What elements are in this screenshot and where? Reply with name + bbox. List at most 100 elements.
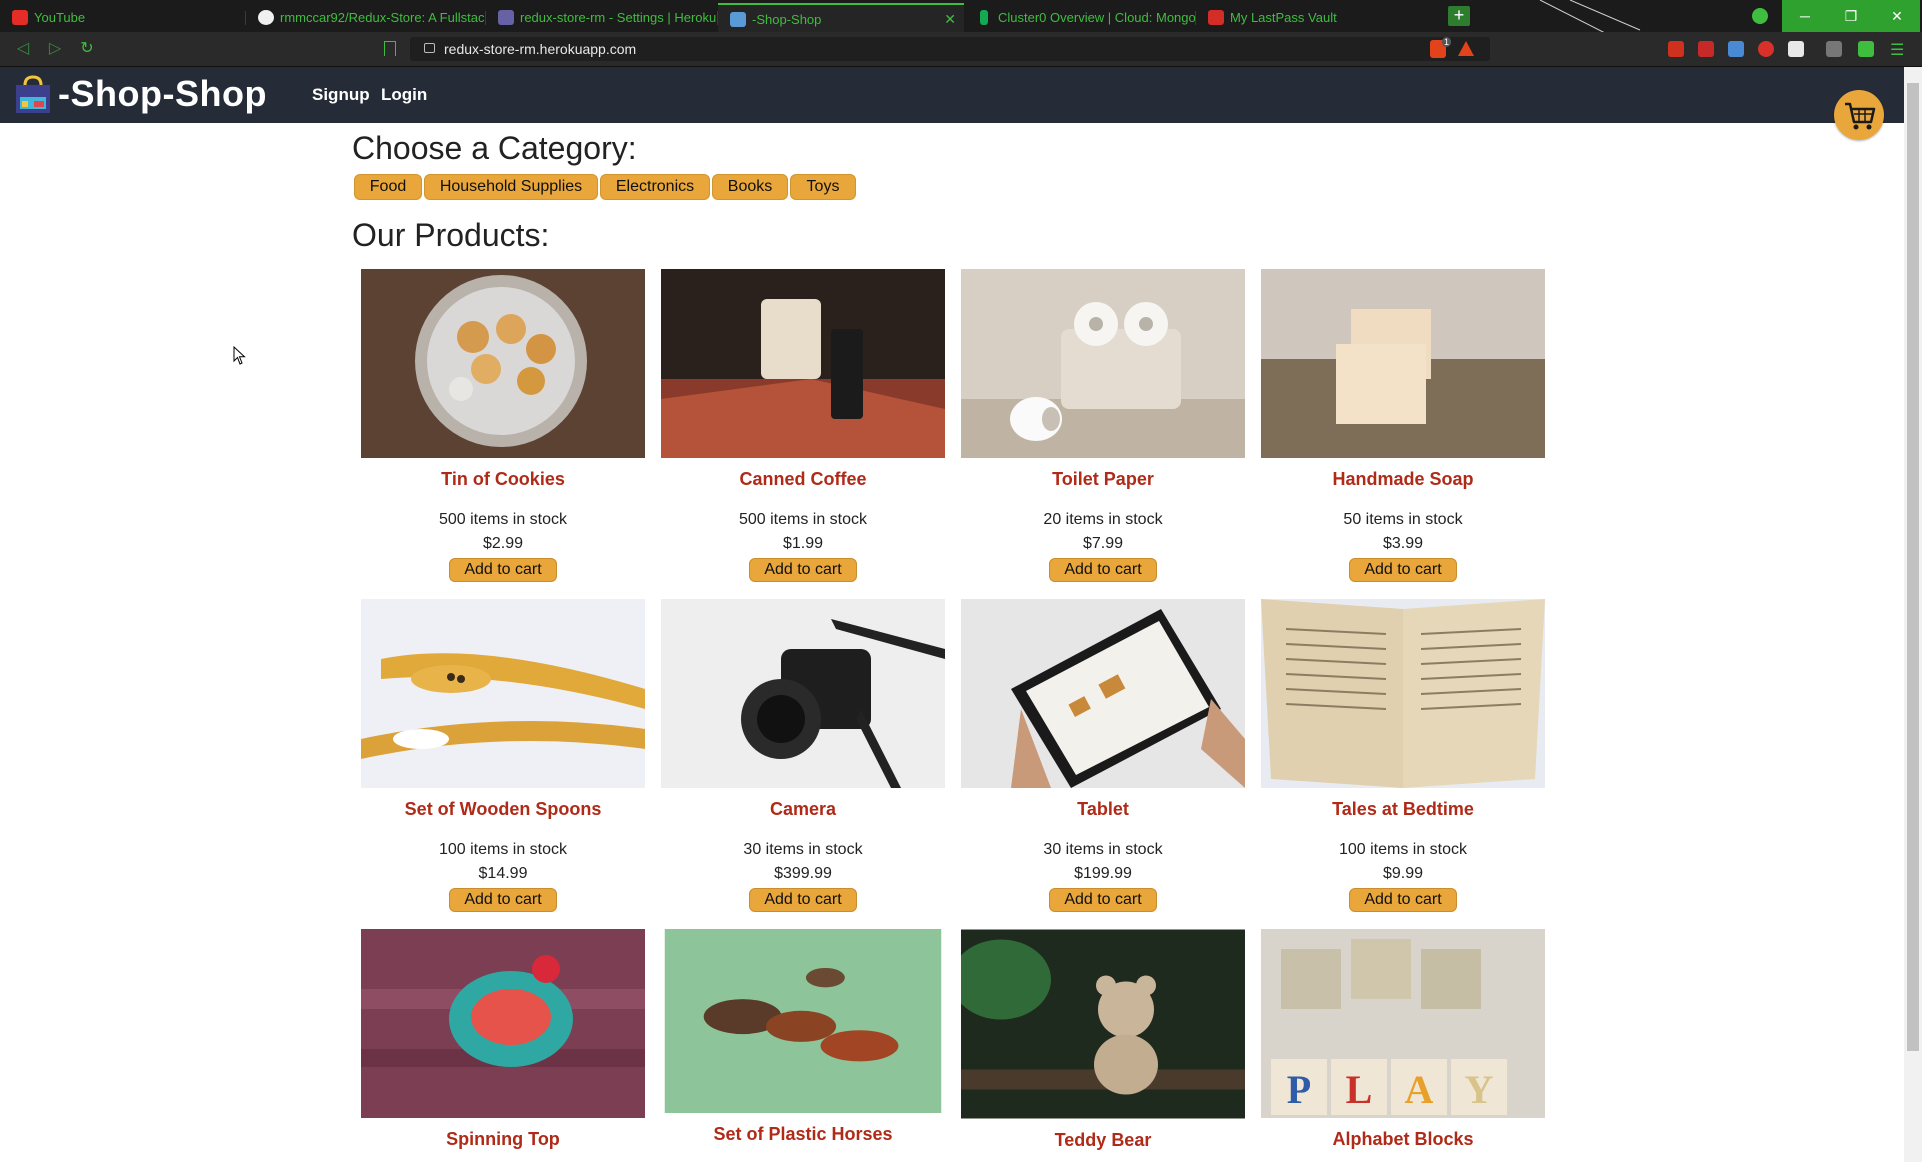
extension-icon[interactable] xyxy=(1758,41,1774,57)
plastic-horses-image[interactable] xyxy=(661,929,945,1113)
scrollbar-thumb[interactable] xyxy=(1907,83,1919,1051)
menu-icon[interactable]: ☰ xyxy=(1890,40,1904,60)
product-name[interactable]: Tablet xyxy=(961,799,1245,821)
add-to-cart-button[interactable]: Add to cart xyxy=(449,558,557,582)
coffee-can-image[interactable] xyxy=(661,269,945,458)
extension-icon[interactable] xyxy=(1788,41,1804,57)
tab-mongodb[interactable]: Cluster0 Overview | Cloud: MongoDB xyxy=(964,3,1196,32)
product-stock: 20 items in stock xyxy=(1043,511,1163,528)
teddy-bear-image[interactable] xyxy=(961,929,1245,1119)
forward-button[interactable]: ▷ xyxy=(44,39,66,59)
tablet-image[interactable] xyxy=(961,599,1245,788)
tab-title: redux-store-rm - Settings | Heroku xyxy=(520,10,717,25)
shopping-bag-icon[interactable] xyxy=(12,75,54,115)
add-to-cart-button[interactable]: Add to cart xyxy=(449,888,557,912)
vpn-icon[interactable] xyxy=(1752,8,1768,24)
add-to-cart-button[interactable]: Add to cart xyxy=(1049,558,1157,582)
tab-title: YouTube xyxy=(34,10,86,25)
bookmark-icon[interactable] xyxy=(384,41,396,56)
product-name[interactable]: Tales at Bedtime xyxy=(1261,799,1545,821)
page-scrollbar[interactable] xyxy=(1904,67,1922,1162)
lastpass-icon xyxy=(1208,10,1224,25)
add-to-cart-button[interactable]: Add to cart xyxy=(749,888,857,912)
add-to-cart-button[interactable]: Add to cart xyxy=(749,558,857,582)
add-to-cart-button[interactable]: Add to cart xyxy=(1049,888,1157,912)
puzzle-icon[interactable] xyxy=(1858,41,1874,57)
shield-count-badge: 1 xyxy=(1442,37,1452,47)
tab-title: My LastPass Vault xyxy=(1230,10,1337,25)
site-logo[interactable]: -Shop-Shop xyxy=(58,73,267,115)
wooden-spoons-image[interactable] xyxy=(361,599,645,788)
tab-shop-shop[interactable]: -Shop-Shop ✕ xyxy=(718,3,964,32)
cart-icon xyxy=(1845,102,1876,130)
new-tab-button[interactable]: + xyxy=(1448,6,1470,26)
tab-lastpass[interactable]: My LastPass Vault xyxy=(1196,3,1440,32)
product-name[interactable]: Set of Wooden Spoons xyxy=(361,799,645,821)
category-books-button[interactable]: Books xyxy=(712,174,788,200)
product-stock: 30 items in stock xyxy=(1043,841,1163,858)
minimize-button[interactable]: ─ xyxy=(1782,0,1828,32)
product-price: $14.99 xyxy=(478,865,528,882)
product-stock: 100 items in stock xyxy=(1338,841,1468,858)
product-card: P L A Y Alphabet Blocks xyxy=(1261,929,1545,1151)
login-link[interactable]: Login xyxy=(381,85,427,105)
product-price: $2.99 xyxy=(482,535,524,552)
open-book-image[interactable] xyxy=(1261,599,1545,788)
product-name[interactable]: Camera xyxy=(661,799,945,821)
category-toys-button[interactable]: Toys xyxy=(790,174,856,200)
product-card: Tin of Cookies 500 items in stock $2.99 … xyxy=(361,269,645,582)
browser-tab-bar: YouTube rmmccar92/Redux-Store: A Fullsta… xyxy=(0,0,1922,66)
product-card: Spinning Top xyxy=(361,929,645,1151)
alphabet-blocks-image[interactable]: P L A Y xyxy=(1261,929,1545,1118)
product-name[interactable]: Toilet Paper xyxy=(961,469,1245,491)
add-to-cart-button[interactable]: Add to cart xyxy=(1349,558,1457,582)
product-card: Tales at Bedtime 100 items in stock $9.9… xyxy=(1261,599,1545,912)
product-name[interactable]: Handmade Soap xyxy=(1261,469,1545,491)
brave-rewards-icon[interactable] xyxy=(1458,41,1474,56)
product-name[interactable]: Set of Plastic Horses xyxy=(661,1124,945,1146)
product-price: $399.99 xyxy=(774,865,832,882)
product-card: Camera 30 items in stock $399.99 Add to … xyxy=(661,599,945,912)
product-card: Teddy Bear xyxy=(961,929,1245,1152)
reload-button[interactable]: ↻ xyxy=(76,39,98,59)
product-name[interactable]: Tin of Cookies xyxy=(361,469,645,491)
mongodb-icon xyxy=(980,10,988,25)
back-button[interactable]: ◁ xyxy=(12,39,34,59)
tab-youtube[interactable]: YouTube xyxy=(0,3,246,32)
add-to-cart-button[interactable]: Add to cart xyxy=(1349,888,1457,912)
extension-icon[interactable] xyxy=(1826,41,1842,57)
category-electronics-button[interactable]: Electronics xyxy=(600,174,710,200)
close-tab-icon[interactable]: ✕ xyxy=(944,5,956,32)
cookie-tin-image[interactable] xyxy=(361,269,645,458)
url-text[interactable]: redux-store-rm.herokuapp.com xyxy=(444,41,636,57)
heroku-icon xyxy=(498,10,514,25)
browser-toolbar: ◁ ▷ ↻ redux-store-rm.herokuapp.com 1 ☰ xyxy=(0,32,1922,67)
tab-heroku[interactable]: redux-store-rm - Settings | Heroku xyxy=(486,3,718,32)
tab-title: Cluster0 Overview | Cloud: MongoDB xyxy=(998,10,1196,25)
product-name[interactable]: Alphabet Blocks xyxy=(1261,1129,1545,1151)
soap-bars-image[interactable] xyxy=(1261,269,1545,458)
close-window-button[interactable]: ✕ xyxy=(1874,0,1920,32)
address-bar[interactable]: redux-store-rm.herokuapp.com 1 xyxy=(410,37,1490,61)
github-icon xyxy=(258,10,274,25)
spinning-top-image[interactable] xyxy=(361,929,645,1118)
lock-icon xyxy=(424,43,435,53)
product-name[interactable]: Canned Coffee xyxy=(661,469,945,491)
tab-github[interactable]: rmmccar92/Redux-Store: A Fullstack xyxy=(246,3,486,32)
category-food-button[interactable]: Food xyxy=(354,174,422,200)
category-household-button[interactable]: Household Supplies xyxy=(424,174,598,200)
camera-image[interactable] xyxy=(661,599,945,788)
cart-button[interactable] xyxy=(1834,90,1884,140)
product-price: $3.99 xyxy=(1382,535,1424,552)
lastpass-extension-icon[interactable] xyxy=(1698,41,1714,57)
tab-title: rmmccar92/Redux-Store: A Fullstack xyxy=(280,10,486,25)
product-name[interactable]: Teddy Bear xyxy=(961,1130,1245,1152)
product-card: Set of Plastic Horses xyxy=(661,929,945,1146)
restore-button[interactable]: ❐ xyxy=(1828,0,1874,32)
pdf-extension-icon[interactable] xyxy=(1668,41,1684,57)
signup-link[interactable]: Signup xyxy=(312,85,370,105)
product-price: $1.99 xyxy=(782,535,824,552)
translate-extension-icon[interactable] xyxy=(1728,41,1744,57)
toilet-paper-image[interactable] xyxy=(961,269,1245,458)
product-name[interactable]: Spinning Top xyxy=(361,1129,645,1151)
